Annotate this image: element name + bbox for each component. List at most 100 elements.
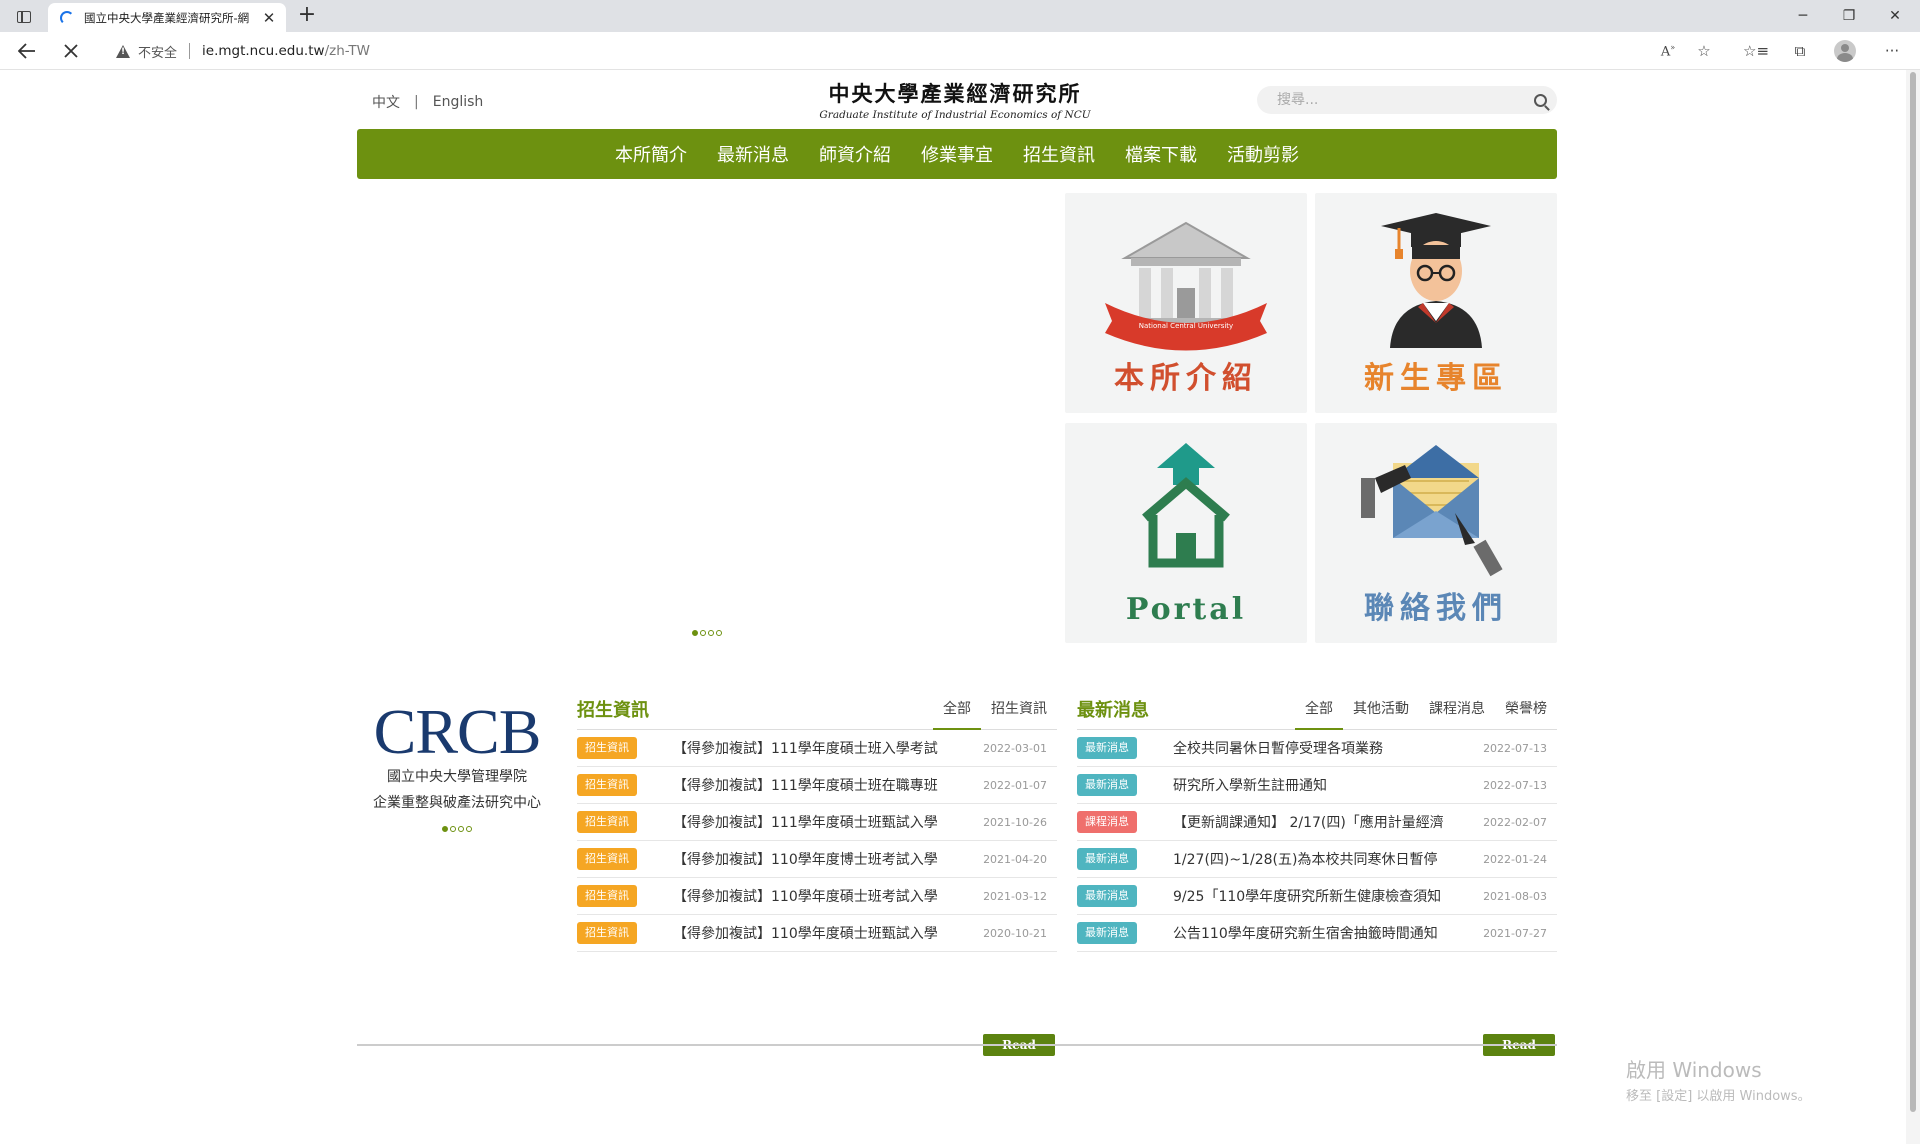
- list-item[interactable]: 招生資訊 【得參加複試】111學年度碩士班甄試入學 2021-10-26: [577, 804, 1057, 841]
- tile-portal[interactable]: Portal: [1065, 423, 1307, 643]
- tab-all[interactable]: 全部: [1295, 700, 1343, 730]
- graduate-icon: [1381, 213, 1491, 348]
- carousel-dot[interactable]: [442, 826, 448, 832]
- scrollbar[interactable]: [1906, 70, 1920, 1144]
- list-item[interactable]: 招生資訊 【得參加複試】110學年度碩士班考試入學 2021-03-12: [577, 878, 1057, 915]
- category-badge: 招生資訊: [577, 774, 637, 796]
- category-badge: 招生資訊: [577, 848, 637, 870]
- slider-dot[interactable]: [692, 630, 698, 636]
- favorite-star-icon[interactable]: ☆: [1692, 39, 1716, 63]
- tab-course-news[interactable]: 課程消息: [1419, 700, 1495, 730]
- footer-divider: [357, 1044, 1557, 1046]
- item-title[interactable]: 【得參加複試】111學年度碩士班甄試入學: [673, 812, 953, 832]
- tile-about-label: 本所介紹: [1114, 361, 1258, 396]
- list-item[interactable]: 最新消息 9/25「110學年度研究所新生健康檢查須知 2021-08-03: [1077, 878, 1557, 915]
- nav-gallery[interactable]: 活動剪影: [1212, 141, 1314, 167]
- warning-icon: [116, 44, 130, 58]
- item-title[interactable]: 【得參加複試】110學年度博士班考試入學: [673, 849, 953, 869]
- envelope-icon: [1361, 445, 1503, 577]
- favorites-icon[interactable]: ☆≡: [1743, 39, 1769, 63]
- active-tab[interactable]: 國立中央大學產業經濟研究所-網 ✕: [48, 3, 286, 32]
- read-aloud-icon[interactable]: A»: [1656, 39, 1680, 63]
- category-badge: 最新消息: [1077, 922, 1137, 944]
- lang-en-link[interactable]: English: [433, 94, 484, 110]
- tab-honor-roll[interactable]: 榮譽榜: [1495, 700, 1557, 730]
- category-badge: 最新消息: [1077, 774, 1137, 796]
- stop-loading-button[interactable]: [56, 37, 86, 65]
- scrollbar-thumb[interactable]: [1910, 72, 1916, 1112]
- back-button[interactable]: [12, 37, 42, 65]
- item-title[interactable]: 【得參加複試】111學年度碩士班入學考試: [673, 738, 953, 758]
- web-page: 中文 | English 中央大學產業經濟研究所 Graduate Instit…: [0, 70, 1906, 1144]
- tab-all[interactable]: 全部: [933, 700, 981, 730]
- security-label[interactable]: 不安全: [138, 42, 177, 61]
- lang-separator: |: [414, 94, 419, 110]
- profile-avatar[interactable]: [1834, 40, 1856, 62]
- item-title[interactable]: 【得參加複試】110學年度碩士班甄試入學: [673, 923, 953, 943]
- nav-study[interactable]: 修業事宜: [906, 141, 1008, 167]
- nav-admissions[interactable]: 招生資訊: [1008, 141, 1110, 167]
- nav-downloads[interactable]: 檔案下載: [1110, 141, 1212, 167]
- carousel-dot[interactable]: [458, 826, 464, 832]
- nav-about[interactable]: 本所簡介: [600, 141, 702, 167]
- hero-slider[interactable]: [357, 193, 1057, 643]
- address-bar: 不安全 ie.mgt.ncu.edu.tw/zh-TW A» ☆ ☆≡ ⧉ ··…: [0, 32, 1920, 70]
- nav-faculty[interactable]: 師資介紹: [804, 141, 906, 167]
- crcb-logo[interactable]: CRCB 國立中央大學管理學院 企業重整與破產法研究中心: [357, 700, 557, 816]
- tab-actions-icon: [17, 11, 31, 23]
- watermark-title: 啟用 Windows: [1626, 1058, 1762, 1082]
- list-item[interactable]: 招生資訊 【得參加複試】111學年度碩士班入學考試 2022-03-01: [577, 730, 1057, 767]
- list-item[interactable]: 招生資訊 【得參加複試】110學年度碩士班甄試入學 2020-10-21: [577, 915, 1057, 952]
- tile-about[interactable]: National Central University 本所介紹: [1065, 193, 1307, 413]
- site-search: [1257, 86, 1557, 114]
- list-item[interactable]: 最新消息 公告110學年度研究新生宿舍抽籤時間通知 2021-07-27: [1077, 915, 1557, 952]
- list-item[interactable]: 最新消息 全校共同暑休日暫停受理各項業務 2022-07-13: [1077, 730, 1557, 767]
- item-title[interactable]: 【得參加複試】110學年度碩士班考試入學: [673, 886, 953, 906]
- url-text[interactable]: ie.mgt.ncu.edu.tw/zh-TW: [202, 43, 370, 59]
- window-close-button[interactable]: ✕: [1872, 0, 1918, 32]
- university-building-icon: National Central University: [1105, 221, 1267, 351]
- item-title[interactable]: 1/27(四)~1/28(五)為本校共同寒休日暫停: [1173, 849, 1453, 869]
- windows-activation-watermark: 啟用 Windows 移至 [設定] 以啟用 Windows。: [1626, 1054, 1811, 1104]
- item-title[interactable]: 全校共同暑休日暫停受理各項業務: [1173, 738, 1453, 758]
- carousel-dot[interactable]: [450, 826, 456, 832]
- list-item[interactable]: 招生資訊 【得參加複試】110學年度博士班考試入學 2021-04-20: [577, 841, 1057, 878]
- new-tab-button[interactable]: +: [294, 3, 320, 29]
- search-icon[interactable]: [1534, 93, 1547, 107]
- slider-dot[interactable]: [716, 630, 722, 636]
- tile-contact[interactable]: 聯絡我們: [1315, 423, 1557, 643]
- item-title[interactable]: 公告110學年度研究新生宿舍抽籤時間通知: [1173, 923, 1453, 943]
- logo-english: Graduate Institute of Industrial Economi…: [819, 109, 1091, 121]
- tab-other-activities[interactable]: 其他活動: [1343, 700, 1419, 730]
- tab-close-button[interactable]: ✕: [260, 9, 278, 27]
- search-input[interactable]: [1277, 92, 1534, 108]
- list-item[interactable]: 招生資訊 【得參加複試】111學年度碩士班在職專班 2022-01-07: [577, 767, 1057, 804]
- more-icon[interactable]: ···: [1880, 39, 1904, 63]
- list-item[interactable]: 最新消息 1/27(四)~1/28(五)為本校共同寒休日暫停 2022-01-24: [1077, 841, 1557, 878]
- tile-portal-label: Portal: [1125, 592, 1247, 627]
- slider-dot[interactable]: [700, 630, 706, 636]
- category-badge: 招生資訊: [577, 922, 637, 944]
- logo-chinese: 中央大學產業經濟研究所: [828, 81, 1082, 106]
- minimize-button[interactable]: ─: [1780, 0, 1826, 32]
- crcb-dots: [442, 826, 472, 832]
- collections-icon[interactable]: ⧉: [1788, 39, 1812, 63]
- crcb-title: CRCB: [373, 696, 542, 767]
- lang-zh-link[interactable]: 中文: [372, 92, 400, 112]
- item-title[interactable]: 【得參加複試】111學年度碩士班在職專班: [673, 775, 953, 795]
- back-arrow-icon: [18, 43, 35, 59]
- restore-button[interactable]: ❐: [1826, 0, 1872, 32]
- tab-actions-button[interactable]: [10, 7, 38, 27]
- item-title[interactable]: 9/25「110學年度研究所新生健康檢查須知: [1173, 886, 1453, 906]
- list-item[interactable]: 課程消息 【更新調課通知】 2/17(四)「應用計量經濟 2022-02-07: [1077, 804, 1557, 841]
- url-field[interactable]: 不安全 ie.mgt.ncu.edu.tw/zh-TW: [104, 37, 1708, 65]
- list-item[interactable]: 最新消息 研究所入學新生註冊通知 2022-07-13: [1077, 767, 1557, 804]
- nav-news[interactable]: 最新消息: [702, 141, 804, 167]
- slider-dot[interactable]: [708, 630, 714, 636]
- carousel-dot[interactable]: [466, 826, 472, 832]
- item-title[interactable]: 研究所入學新生註冊通知: [1173, 775, 1453, 795]
- tile-freshman[interactable]: 新生專區: [1315, 193, 1557, 413]
- item-title[interactable]: 【更新調課通知】 2/17(四)「應用計量經濟: [1173, 812, 1453, 832]
- site-logo[interactable]: 中央大學產業經濟研究所 Graduate Institute of Indust…: [790, 78, 1120, 121]
- tab-admissions[interactable]: 招生資訊: [981, 700, 1057, 730]
